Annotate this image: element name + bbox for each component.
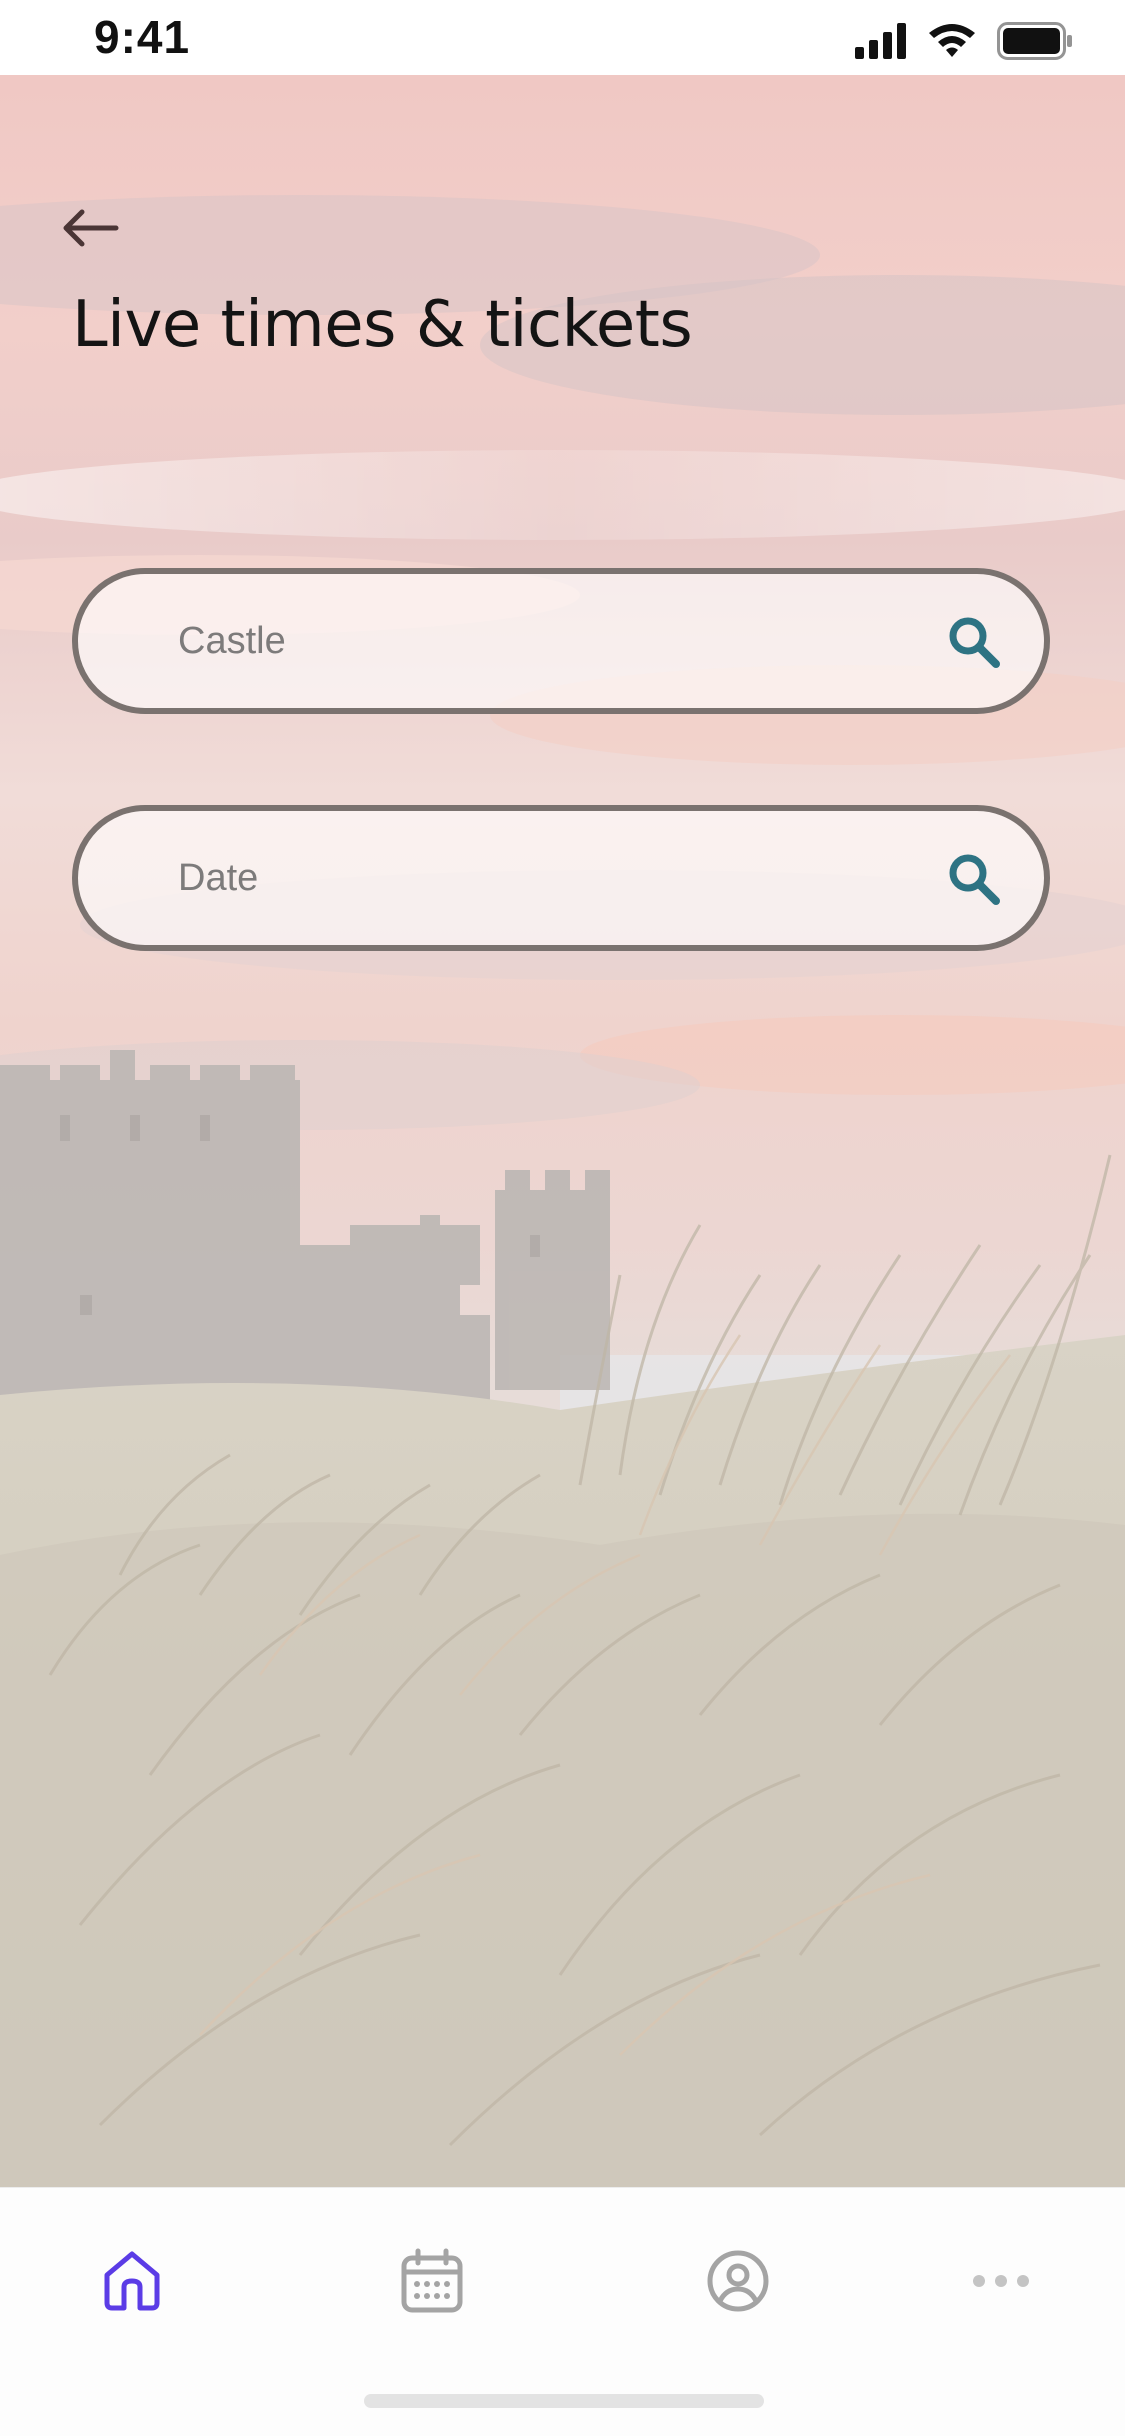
status-bar: 9:41: [0, 0, 1125, 75]
back-button[interactable]: [55, 198, 125, 258]
arrow-left-icon: [63, 209, 119, 247]
castle-search-button[interactable]: [944, 612, 1004, 672]
page-title: Live times & tickets: [72, 288, 693, 362]
home-indicator: [364, 2394, 764, 2408]
more-icon: [973, 2275, 1029, 2287]
home-icon: [104, 2251, 160, 2311]
tab-profile[interactable]: [683, 2226, 793, 2336]
castle-search-field[interactable]: [72, 568, 1050, 714]
wifi-icon: [929, 24, 975, 57]
castle-search-input[interactable]: [178, 574, 918, 708]
tab-calendar[interactable]: [377, 2226, 487, 2336]
tab-home[interactable]: [77, 2226, 187, 2336]
status-time: 9:41: [94, 11, 191, 63]
search-icon: [949, 854, 1000, 905]
date-search-field[interactable]: [72, 805, 1050, 951]
status-icons: [855, 22, 1073, 60]
tab-more[interactable]: [946, 2226, 1056, 2336]
search-icon: [949, 617, 1000, 668]
date-search-button[interactable]: [944, 849, 1004, 909]
hero-background: [0, 75, 1125, 2187]
castle-background-image: [0, 75, 1125, 2187]
date-search-input[interactable]: [178, 811, 918, 945]
signal-icon: [855, 23, 906, 59]
screen: 9:41 Live times & tickets Castle Date: [0, 0, 1125, 2436]
calendar-icon: [401, 2248, 463, 2313]
battery-icon: [997, 22, 1072, 60]
profile-icon: [707, 2250, 769, 2312]
